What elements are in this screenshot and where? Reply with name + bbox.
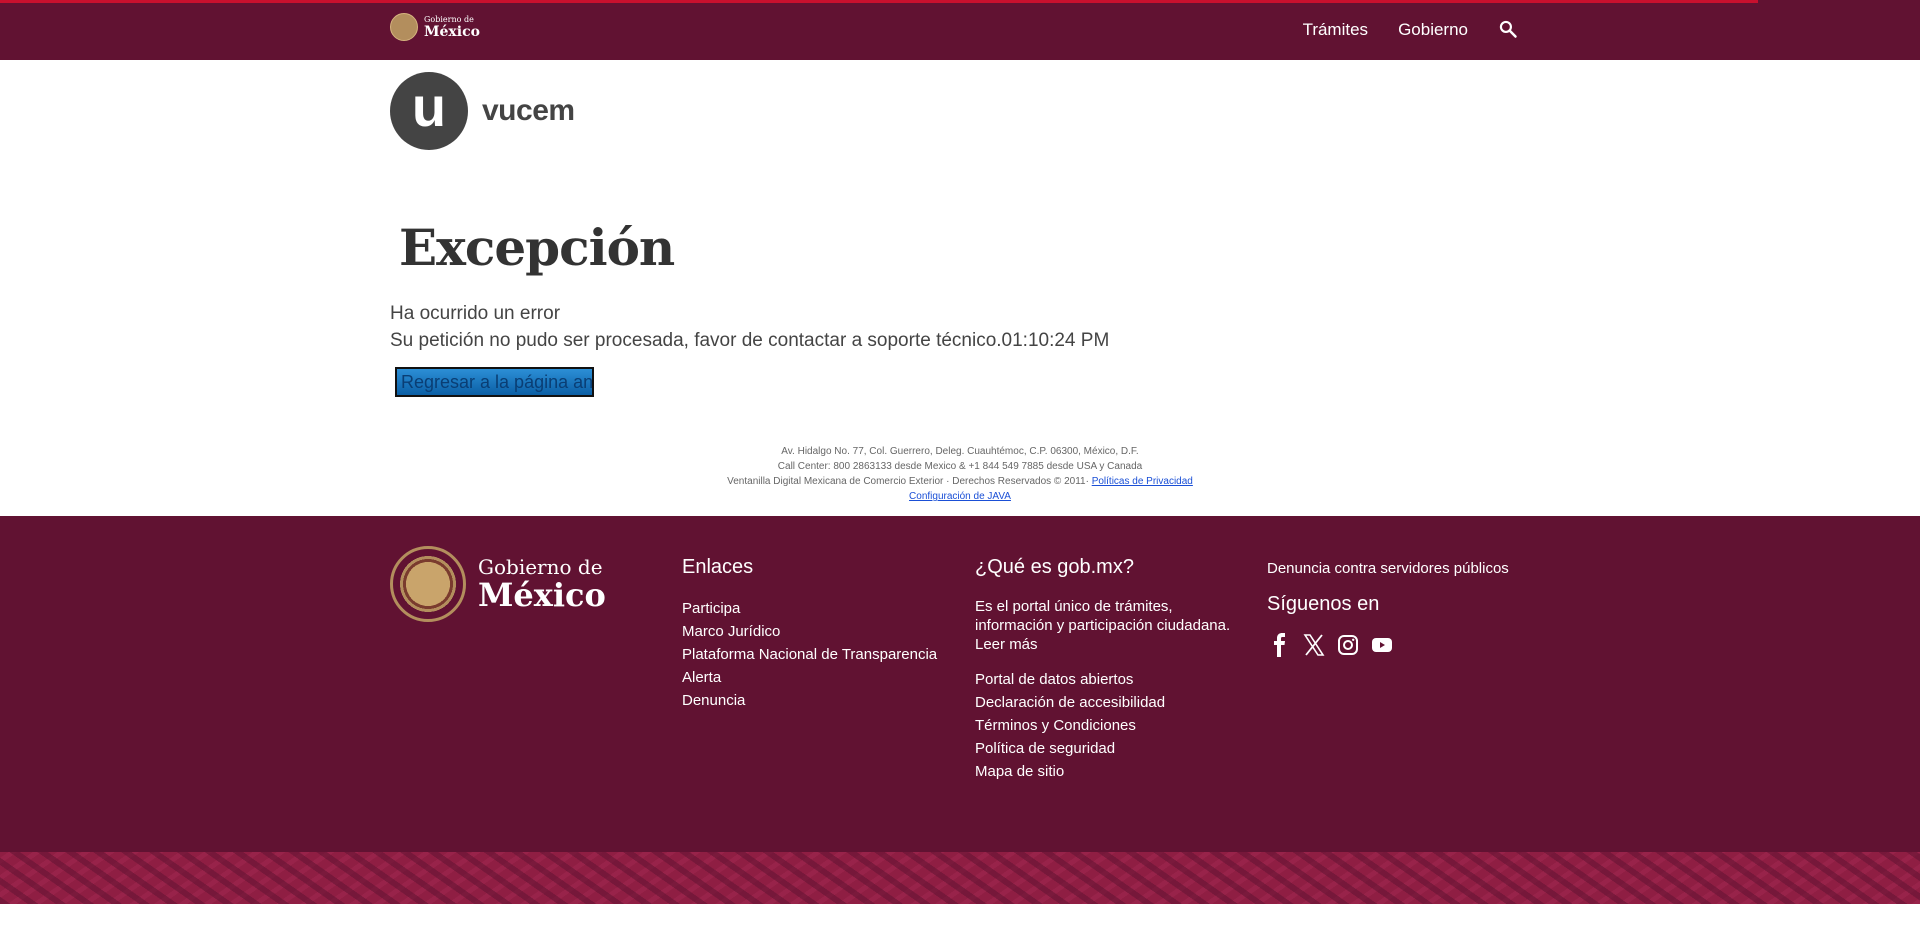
site-info: Av. Hidalgo No. 77, Col. Guerrero, Deleg… bbox=[0, 444, 1920, 504]
brand-line1: Gobierno de bbox=[424, 14, 474, 24]
vucem-logo-circle: u bbox=[390, 72, 468, 150]
vucem-logo: u vucem bbox=[390, 72, 575, 150]
link-mapa-sitio[interactable]: Mapa de sitio bbox=[975, 760, 1235, 783]
youtube-icon[interactable] bbox=[1369, 632, 1395, 658]
link-datos-abiertos[interactable]: Portal de datos abiertos bbox=[975, 668, 1235, 691]
search-icon[interactable] bbox=[1498, 19, 1520, 41]
footer-decorative-pattern bbox=[0, 852, 1920, 904]
link-terminos[interactable]: Términos y Condiciones bbox=[975, 714, 1235, 737]
social-links bbox=[1267, 632, 1509, 658]
coat-of-arms-icon bbox=[390, 13, 418, 41]
link-transparencia[interactable]: Plataforma Nacional de Transparencia bbox=[682, 643, 937, 666]
footer bbox=[0, 516, 1920, 852]
top-navbar: Gobierno de México Trámites Gobierno bbox=[0, 0, 1920, 60]
back-button-label: Regresar a la página anterior bbox=[401, 372, 594, 392]
x-icon[interactable] bbox=[1301, 632, 1327, 658]
que-es-heading: ¿Qué es gob.mx? bbox=[975, 556, 1134, 578]
link-seguridad[interactable]: Política de seguridad bbox=[975, 737, 1235, 760]
facebook-icon[interactable] bbox=[1267, 632, 1293, 658]
java-config-link[interactable]: Configuración de JAVA bbox=[909, 491, 1011, 502]
footer-enlaces: Enlaces Participa Marco Jurídico Platafo… bbox=[682, 556, 937, 712]
back-button[interactable]: Regresar a la página anterior bbox=[395, 367, 594, 397]
leer-mas-link[interactable]: Leer más bbox=[975, 636, 1038, 653]
brand-line2: México bbox=[424, 23, 480, 40]
nav-tramites[interactable]: Trámites bbox=[1303, 20, 1369, 40]
footer-que-es: ¿Qué es gob.mx? Es el portal único de tr… bbox=[975, 556, 1235, 783]
link-participa[interactable]: Participa bbox=[682, 597, 937, 620]
coat-of-arms-icon bbox=[390, 546, 466, 622]
siguenos-heading: Síguenos en bbox=[1267, 593, 1380, 615]
nav-gobierno[interactable]: Gobierno bbox=[1398, 20, 1468, 40]
link-marco-juridico[interactable]: Marco Jurídico bbox=[682, 620, 937, 643]
error-detail: Su petición no pudo ser procesada, favor… bbox=[390, 330, 1110, 351]
instagram-icon[interactable] bbox=[1335, 632, 1361, 658]
link-denuncia[interactable]: Denuncia bbox=[682, 689, 937, 712]
footer-logo[interactable]: Gobierno de México bbox=[390, 546, 606, 622]
gob-mx-logo-link[interactable]: Gobierno de México bbox=[390, 13, 480, 41]
rights-text: Ventanilla Digital Mexicana de Comercio … bbox=[727, 476, 1089, 487]
main-nav: Trámites Gobierno bbox=[1273, 0, 1530, 60]
call-center-text: Call Center: 800 2863133 desde Mexico & … bbox=[777, 461, 1143, 472]
footer-social: Denuncia contra servidores públicos Sígu… bbox=[1267, 556, 1509, 658]
que-es-description: Es el portal único de trámites, informac… bbox=[975, 598, 1231, 653]
link-accesibilidad[interactable]: Declaración de accesibilidad bbox=[975, 691, 1235, 714]
link-alerta[interactable]: Alerta bbox=[682, 666, 937, 689]
page-title: Excepción bbox=[399, 218, 675, 277]
vucem-logo-name: vucem bbox=[482, 94, 575, 127]
address-text: Av. Hidalgo No. 77, Col. Guerrero, Deleg… bbox=[781, 446, 1139, 457]
footer-logo-line1: Gobierno de bbox=[478, 555, 603, 579]
footer-logo-line2: México bbox=[478, 576, 606, 614]
error-message: Ha ocurrido un error bbox=[390, 303, 561, 324]
denuncia-servidores-link[interactable]: Denuncia contra servidores públicos bbox=[1267, 560, 1509, 577]
privacy-link[interactable]: Políticas de Privacidad bbox=[1092, 476, 1193, 487]
enlaces-heading: Enlaces bbox=[682, 556, 754, 578]
